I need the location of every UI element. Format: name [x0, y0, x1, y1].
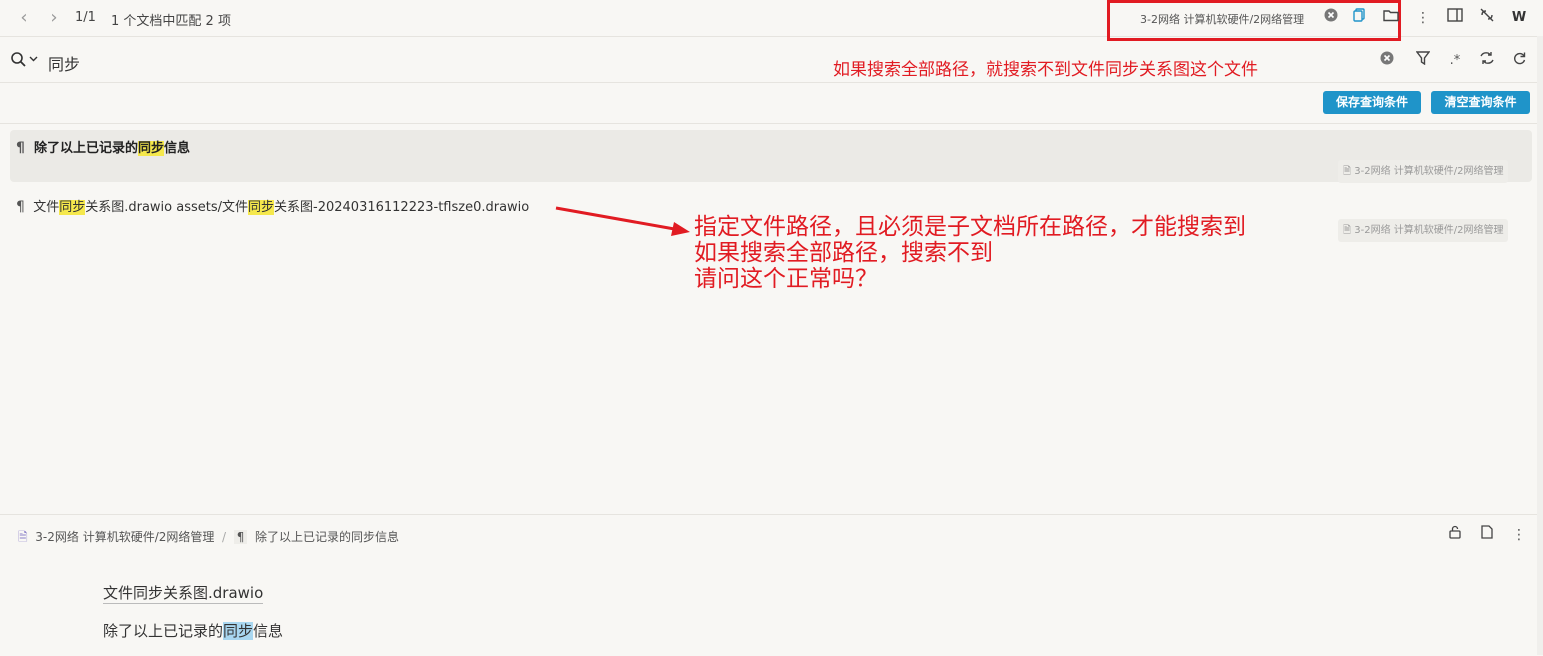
document-icon: 🗎	[1343, 225, 1352, 236]
unlock-icon[interactable]	[1445, 525, 1465, 545]
layout-icon[interactable]	[1445, 8, 1465, 28]
document-icon: 🗎	[1343, 166, 1352, 177]
folder-icon[interactable]	[1381, 8, 1401, 28]
result-pager: 1/1	[75, 10, 96, 25]
document-icon: 🗎	[18, 530, 28, 544]
unlink-icon[interactable]	[1477, 8, 1497, 28]
more-vertical-icon[interactable]: ⋮	[1413, 8, 1433, 28]
search-path-label[interactable]: 3-2网络 计算机软硬件/2网络管理	[1140, 11, 1304, 27]
filter-icon[interactable]	[1413, 51, 1433, 71]
match-highlight: 同步	[223, 622, 254, 640]
replace-icon[interactable]	[1477, 51, 1497, 71]
search-input[interactable]	[46, 50, 750, 76]
divider	[0, 123, 1543, 124]
result-doc-tag[interactable]: 🗎 3-2网络 计算机软硬件/2网络管理	[1338, 219, 1509, 242]
document-icon[interactable]	[1477, 525, 1497, 545]
copy-icon[interactable]	[1349, 8, 1369, 28]
scrollbar[interactable]	[1537, 36, 1543, 655]
search-result-selected[interactable]	[10, 130, 1532, 182]
search-scope-icon[interactable]	[9, 51, 41, 71]
paragraph-icon: ¶	[16, 199, 25, 215]
search-result[interactable]: ¶ 文件同步关系图.drawio assets/文件同步关系图-20240316…	[16, 196, 529, 215]
match-highlight: 同步	[138, 141, 165, 156]
save-query-button[interactable]: 保存查询条件	[1323, 91, 1421, 114]
annotation-question: 指定文件路径，且必须是子文档所在路径，才能搜索到 如果搜索全部路径，搜索不到 请…	[694, 214, 1246, 292]
regex-icon[interactable]: .*	[1445, 51, 1465, 71]
clear-search-icon[interactable]	[1377, 51, 1397, 71]
annotation-search-note: 如果搜索全部路径，就搜索不到文件同步关系图这个文件	[833, 60, 1258, 80]
back-icon[interactable]: ‹	[14, 8, 34, 28]
match-summary: 1 个文档中匹配 2 项	[111, 14, 231, 29]
preview-file-link[interactable]: 文件同步关系图.drawio	[103, 582, 264, 604]
clear-path-icon[interactable]	[1321, 8, 1341, 28]
result-doc-tag[interactable]: 🗎 3-2网络 计算机软硬件/2网络管理	[1338, 160, 1509, 183]
refresh-icon[interactable]	[1509, 51, 1529, 71]
annotation-arrow	[555, 206, 690, 236]
match-highlight: 同步	[59, 200, 86, 215]
preview-paragraph[interactable]: 除了以上已记录的同步信息	[103, 620, 283, 641]
paragraph-icon: ¶	[16, 140, 25, 156]
match-highlight: 同步	[248, 200, 275, 215]
forward-icon[interactable]: ›	[44, 8, 64, 28]
clear-query-button[interactable]: 清空查询条件	[1431, 91, 1530, 114]
more-vertical-icon[interactable]: ⋮	[1509, 525, 1529, 545]
breadcrumb: 🗎 3-2网络 计算机软硬件/2网络管理 / ¶ 除了以上已记录的同步信息	[18, 530, 400, 544]
paragraph-icon: ¶	[233, 530, 248, 544]
user-avatar[interactable]: W	[1509, 8, 1529, 28]
result-text: ¶ 除了以上已记录的同步信息	[16, 140, 191, 156]
